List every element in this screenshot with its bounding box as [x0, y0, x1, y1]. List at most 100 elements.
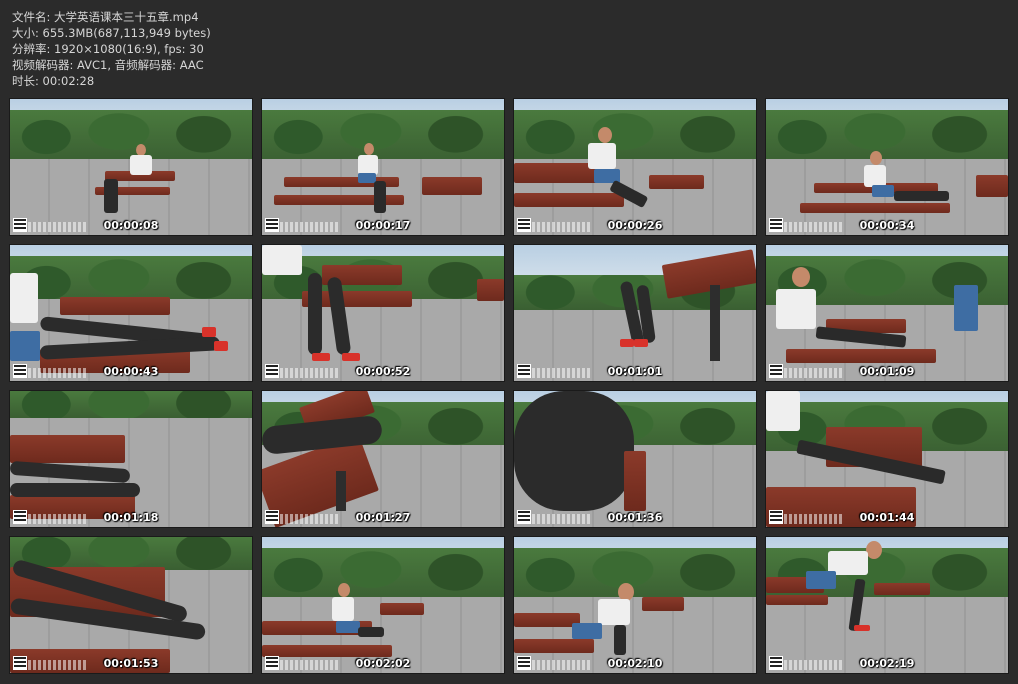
- person-legs: [374, 181, 386, 213]
- person-shirt: [332, 597, 354, 621]
- size-value: 655.3MB(687,113,949 bytes): [42, 26, 211, 40]
- person-legs: [10, 483, 140, 497]
- size-label: 大小: [12, 26, 35, 40]
- bench-seat: [514, 639, 594, 653]
- bench: [874, 583, 930, 595]
- bench: [10, 435, 125, 463]
- thumbnail-timestamp: 00:01:27: [355, 511, 411, 524]
- video-thumbnail[interactable]: 00:01:36: [514, 391, 756, 527]
- person: [792, 267, 810, 287]
- person-shirt: [588, 143, 616, 169]
- duration-value: 00:02:28: [42, 74, 95, 88]
- bench-seat: [766, 595, 828, 605]
- bench: [380, 603, 424, 615]
- video-thumbnail[interactable]: 00:01:09: [766, 245, 1008, 381]
- thumbnail-timestamp: 00:01:53: [103, 657, 159, 670]
- bench-seat: [786, 349, 936, 363]
- person-shirt: [776, 289, 816, 329]
- red-shoe: [312, 353, 330, 361]
- person: [364, 143, 374, 155]
- size-line: 大小: 655.3MB(687,113,949 bytes): [12, 26, 211, 40]
- person-legs: [104, 179, 118, 213]
- thumbnail-trees: [514, 547, 756, 603]
- red-shoe: [854, 625, 870, 631]
- duration-label: 时长: [12, 74, 35, 88]
- video-thumbnail[interactable]: 00:01:01: [514, 245, 756, 381]
- person-legs: [358, 627, 384, 637]
- thumbnail-timestamp: 00:02:02: [355, 657, 411, 670]
- thumbnail-trees: [766, 109, 1008, 165]
- person-shirt: [598, 599, 630, 625]
- video-thumbnail[interactable]: 00:02:02: [262, 537, 504, 673]
- video-thumbnail[interactable]: 00:02:10: [514, 537, 756, 673]
- person-shirt: [766, 391, 800, 431]
- red-shoe: [342, 353, 360, 361]
- second-person: [954, 285, 978, 331]
- person-shirt: [262, 245, 302, 275]
- red-shoe: [620, 339, 634, 347]
- resolution-line: 分辨率: 1920×1080(16:9), fps: 30: [12, 42, 204, 56]
- person: [598, 127, 612, 143]
- person: [870, 151, 882, 165]
- red-shoe: [202, 327, 216, 337]
- person-skirt: [806, 571, 836, 589]
- thumbnail-timestamp: 00:02:19: [859, 657, 915, 670]
- thumbnail-trees: [262, 109, 504, 165]
- person-skirt: [10, 331, 40, 361]
- thumbnail-grid: 00:00:08 00:00:17 00:00:26 00:00:34 00:0…: [10, 99, 1012, 673]
- video-thumbnail[interactable]: 00:00:43: [10, 245, 252, 381]
- person-legs: [894, 191, 949, 201]
- thumbnail-timestamp: 00:01:09: [859, 365, 915, 378]
- person-shirt: [10, 273, 38, 323]
- video-thumbnail[interactable]: 00:01:18: [10, 391, 252, 527]
- person-shirt: [358, 155, 378, 175]
- person-skirt: [358, 173, 376, 183]
- filename-line: 文件名: 大学英语课本三十五章.mp4: [12, 10, 199, 24]
- bench: [60, 297, 170, 315]
- thumbnail-trees: [10, 537, 252, 570]
- person-legs: [514, 391, 634, 511]
- thumbnail-timestamp: 00:01:36: [607, 511, 663, 524]
- video-thumbnail[interactable]: 00:00:17: [262, 99, 504, 235]
- red-shoe: [634, 339, 648, 347]
- bench: [649, 175, 704, 189]
- bench-leg: [336, 471, 346, 511]
- thumbnail-timestamp: 00:00:08: [103, 219, 159, 232]
- video-thumbnail[interactable]: 00:00:52: [262, 245, 504, 381]
- red-shoe: [214, 341, 228, 351]
- duration-line: 时长: 00:02:28: [12, 74, 95, 88]
- filename-value: 大学英语课本三十五章.mp4: [54, 10, 199, 24]
- bench-seat: [800, 203, 950, 213]
- thumbnail-trees: [10, 391, 252, 419]
- thumbnail-timestamp: 00:01:44: [859, 511, 915, 524]
- bench: [976, 175, 1008, 197]
- video-thumbnail[interactable]: 00:00:26: [514, 99, 756, 235]
- video-thumbnail[interactable]: 00:01:53: [10, 537, 252, 673]
- codec-value: AVC1, 音频解码器: AAC: [77, 58, 204, 72]
- person-shirt: [864, 165, 886, 187]
- person-skirt: [872, 185, 894, 197]
- thumbnail-timestamp: 00:00:26: [607, 219, 663, 232]
- codec-line: 视频解码器: AVC1, 音频解码器: AAC: [12, 58, 204, 72]
- thumbnail-timestamp: 00:00:43: [103, 365, 159, 378]
- codec-label: 视频解码器: [12, 58, 70, 72]
- file-info-header: 文件名: 大学英语课本三十五章.mp4 大小: 655.3MB(687,113,…: [12, 9, 211, 89]
- video-thumbnail[interactable]: 00:02:19: [766, 537, 1008, 673]
- resolution-value: 1920×1080(16:9), fps: 30: [54, 42, 204, 56]
- bench: [422, 177, 482, 195]
- person-legs: [614, 625, 626, 655]
- bench: [477, 279, 504, 301]
- resolution-label: 分辨率: [12, 42, 47, 56]
- video-thumbnail[interactable]: 00:01:44: [766, 391, 1008, 527]
- bench-leg: [710, 285, 720, 361]
- person: [338, 583, 350, 597]
- thumbnail-timestamp: 00:00:34: [859, 219, 915, 232]
- video-thumbnail[interactable]: 00:00:08: [10, 99, 252, 235]
- bench-seat: [262, 645, 392, 657]
- bench: [642, 597, 684, 611]
- thumbnail-trees: [262, 547, 504, 603]
- bench: [624, 451, 646, 511]
- thumbnail-timestamp: 00:01:01: [607, 365, 663, 378]
- video-thumbnail[interactable]: 00:00:34: [766, 99, 1008, 235]
- video-thumbnail[interactable]: 00:01:27: [262, 391, 504, 527]
